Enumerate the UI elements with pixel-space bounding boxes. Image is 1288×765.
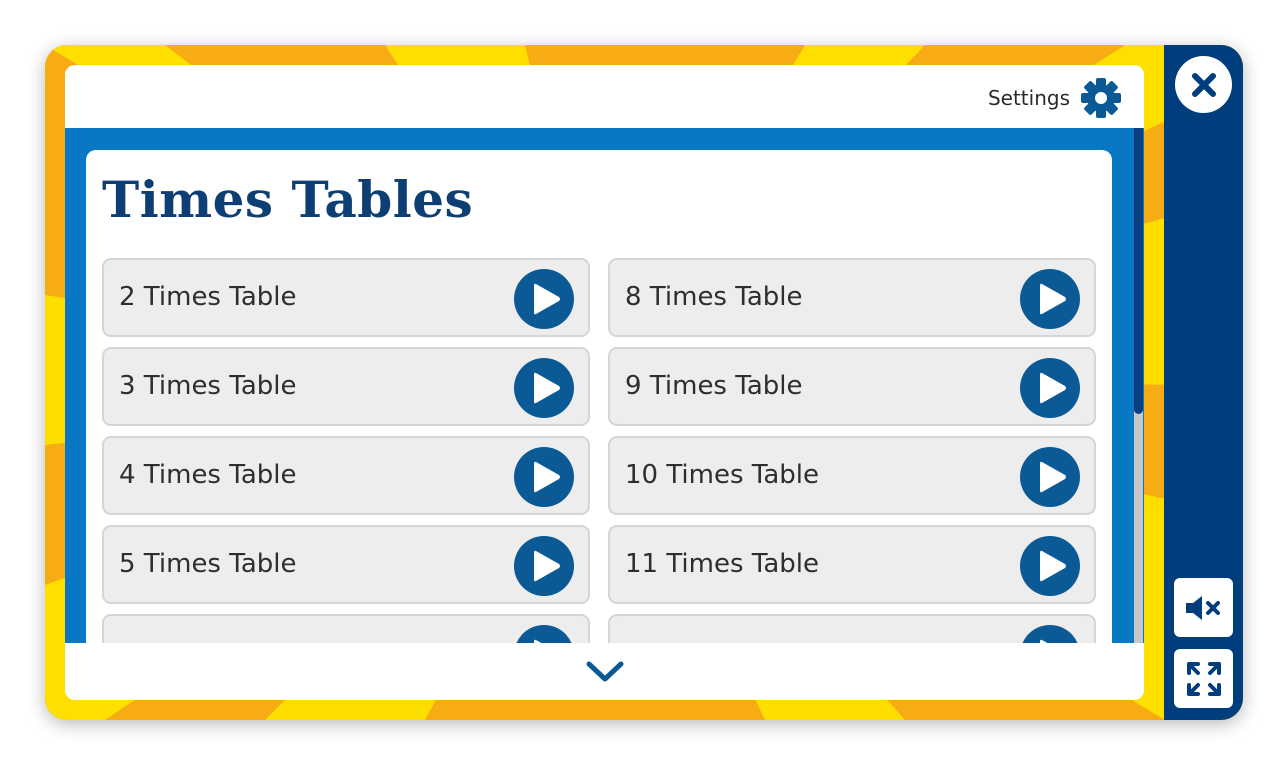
play-icon[interactable] bbox=[514, 447, 574, 507]
fullscreen-icon bbox=[1186, 661, 1221, 696]
play-icon[interactable] bbox=[514, 358, 574, 418]
times-table-item[interactable]: 3 Times Table bbox=[102, 347, 590, 426]
close-icon bbox=[1191, 72, 1216, 97]
item-label: 2 Times Table bbox=[119, 282, 297, 312]
times-tables-panel: Times Tables 2 Times Table 8 Times Table… bbox=[86, 150, 1112, 643]
times-table-item[interactable]: 5 Times Table bbox=[102, 525, 590, 604]
item-label: 9 Times Table bbox=[625, 371, 803, 401]
item-label: 4 Times Table bbox=[119, 460, 297, 490]
scroll-area[interactable]: Times Tables 2 Times Table 8 Times Table… bbox=[65, 128, 1144, 643]
times-table-item[interactable]: 9 Times Table bbox=[608, 347, 1096, 426]
play-icon[interactable] bbox=[1020, 358, 1080, 418]
top-bar: Settings bbox=[65, 65, 1144, 128]
item-label: 8 Times Table bbox=[625, 282, 803, 312]
times-table-item[interactable]: 10 Times Table bbox=[608, 436, 1096, 515]
play-icon[interactable] bbox=[1020, 536, 1080, 596]
fullscreen-button[interactable] bbox=[1174, 649, 1233, 708]
bottom-bar bbox=[65, 643, 1144, 700]
item-label: 3 Times Table bbox=[119, 371, 297, 401]
item-label: 11 Times Table bbox=[625, 549, 820, 579]
times-table-item[interactable]: 4 Times Table bbox=[102, 436, 590, 515]
times-table-item[interactable] bbox=[608, 614, 1096, 643]
times-table-item[interactable]: 8 Times Table bbox=[608, 258, 1096, 337]
play-icon[interactable] bbox=[1020, 625, 1080, 643]
mute-icon bbox=[1185, 595, 1220, 620]
settings-label: Settings bbox=[987, 86, 1070, 110]
app-frame: Settings Times Tables 2 Times Table 8 Ti… bbox=[45, 45, 1243, 720]
item-label: 5 Times Table bbox=[119, 549, 297, 579]
gear-icon bbox=[1081, 78, 1121, 118]
times-table-item[interactable]: 11 Times Table bbox=[608, 525, 1096, 604]
side-panel bbox=[1164, 45, 1243, 720]
chevron-down-icon[interactable] bbox=[585, 660, 625, 684]
play-icon[interactable] bbox=[514, 269, 574, 329]
content-card: Settings Times Tables 2 Times Table 8 Ti… bbox=[65, 65, 1144, 700]
scrollbar-thumb[interactable] bbox=[1134, 128, 1143, 414]
close-button[interactable] bbox=[1175, 56, 1232, 113]
play-icon[interactable] bbox=[1020, 269, 1080, 329]
times-table-list: 2 Times Table 8 Times Table 3 Times Tabl… bbox=[102, 258, 1096, 643]
settings-button[interactable]: Settings bbox=[988, 78, 1122, 118]
times-table-item[interactable]: 2 Times Table bbox=[102, 258, 590, 337]
mute-button[interactable] bbox=[1174, 578, 1233, 637]
play-icon[interactable] bbox=[514, 536, 574, 596]
play-icon[interactable] bbox=[1020, 447, 1080, 507]
page-title: Times Tables bbox=[102, 170, 474, 229]
item-label: 10 Times Table bbox=[625, 460, 820, 490]
times-table-item[interactable] bbox=[102, 614, 590, 643]
play-icon[interactable] bbox=[514, 625, 574, 643]
